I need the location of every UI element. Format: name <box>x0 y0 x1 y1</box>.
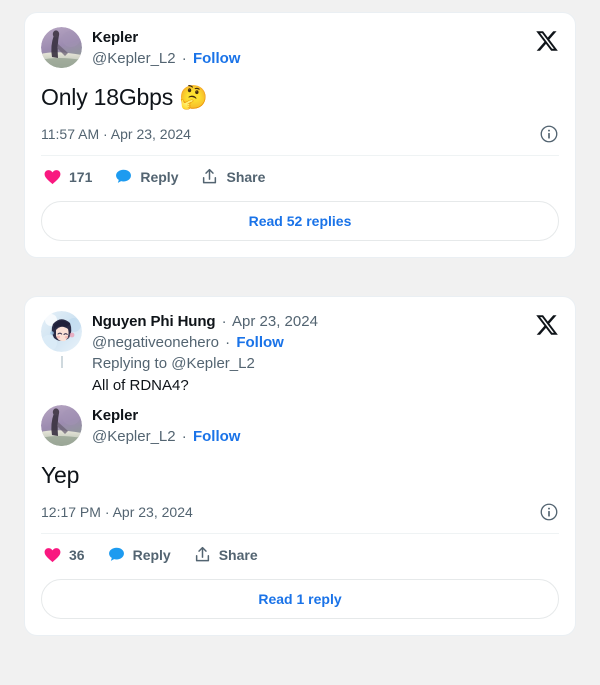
reply-label: Reply <box>132 546 171 563</box>
author-handle-line: @Kepler_L2 · Follow <box>92 426 240 447</box>
share-label: Share <box>218 546 258 563</box>
replying-to-prefix: Replying to <box>92 355 172 372</box>
author-meta: Kepler @Kepler_L2 · Follow <box>92 405 240 447</box>
reply-action[interactable]: Reply <box>114 167 178 186</box>
tweet-author-row: Kepler @Kepler_L2 · Follow <box>41 27 559 69</box>
tweet-text-body: Only 18Gbps <box>41 84 174 110</box>
avatar-nguyen[interactable] <box>41 311 82 352</box>
quoted-date: Apr 23, 2024 <box>232 313 318 330</box>
like-count: 171 <box>69 168 93 185</box>
quoted-author-meta: Nguyen Phi Hung · Apr 23, 2024 @negative… <box>92 311 318 397</box>
share-action[interactable]: Share <box>200 167 265 186</box>
heart-icon <box>43 167 62 186</box>
timestamp: 12:17 PM · Apr 23, 2024 <box>41 504 193 520</box>
reply-label: Reply <box>140 168 179 185</box>
separator-dot: · <box>221 313 227 330</box>
follow-link[interactable]: Follow <box>193 50 241 67</box>
like-action[interactable]: 171 <box>43 167 92 186</box>
speech-bubble-icon <box>114 167 133 186</box>
separator-dot: · <box>181 50 187 67</box>
read-replies-button[interactable]: Read 1 reply <box>41 579 559 619</box>
share-action[interactable]: Share <box>193 545 258 564</box>
tweet-text: Only 18Gbps 🤔 <box>41 83 559 112</box>
follow-link[interactable]: Follow <box>193 428 241 445</box>
handle: @Kepler_L2 <box>92 50 176 67</box>
tweet-author-row: Kepler @Kepler_L2 · Follow <box>41 405 559 447</box>
speech-bubble-icon <box>107 545 126 564</box>
thinking-face-emoji-icon: 🤔 <box>179 84 208 110</box>
timestamp-row: 12:17 PM · Apr 23, 2024 <box>41 502 559 522</box>
author-name-line: Kepler <box>92 28 240 48</box>
tweet-card: Nguyen Phi Hung · Apr 23, 2024 @negative… <box>24 296 576 636</box>
tweet-text: Yep <box>41 461 559 490</box>
avatar-kepler[interactable] <box>41 27 82 68</box>
timestamp: 11:57 AM · Apr 23, 2024 <box>41 126 191 142</box>
thread-connector-line <box>60 356 63 368</box>
follow-link[interactable]: Follow <box>236 334 284 351</box>
share-arrow-icon <box>200 167 219 186</box>
display-name: Kepler <box>92 407 139 424</box>
replying-to-line: Replying to @Kepler_L2 <box>92 353 318 374</box>
author-meta: Kepler @Kepler_L2 · Follow <box>92 27 240 69</box>
share-label: Share <box>226 168 266 185</box>
tweet-card: Kepler @Kepler_L2 · Follow Only 18Gbps 🤔… <box>24 12 576 258</box>
read-replies-button[interactable]: Read 52 replies <box>41 201 559 241</box>
action-bar: 36 Reply Share <box>41 534 559 564</box>
info-circle-icon[interactable] <box>539 502 559 522</box>
author-handle-line: @Kepler_L2 · Follow <box>92 48 240 69</box>
like-count: 36 <box>69 546 85 563</box>
info-circle-icon[interactable] <box>539 124 559 144</box>
quoted-author-handle-line: @negativeonehero · Follow <box>92 332 318 353</box>
separator-dot: · <box>225 334 231 351</box>
tweet-embed-page: Kepler @Kepler_L2 · Follow Only 18Gbps 🤔… <box>0 0 600 648</box>
like-action[interactable]: 36 <box>43 545 85 564</box>
quoted-tweet-row: Nguyen Phi Hung · Apr 23, 2024 @negative… <box>41 311 559 397</box>
reply-action[interactable]: Reply <box>107 545 171 564</box>
tweet-text-body: Yep <box>41 462 80 488</box>
display-name: Kepler <box>92 29 139 46</box>
author-name-line: Kepler <box>92 406 240 426</box>
handle: @negativeonehero <box>92 334 219 351</box>
heart-icon <box>43 545 62 564</box>
quoted-author-name-line: Nguyen Phi Hung · Apr 23, 2024 <box>92 312 318 332</box>
avatar-kepler[interactable] <box>41 405 82 446</box>
separator-dot: · <box>181 428 187 445</box>
avatar-column <box>41 311 82 368</box>
share-arrow-icon <box>193 545 212 564</box>
replying-to-mention[interactable]: @Kepler_L2 <box>171 355 255 372</box>
display-name: Nguyen Phi Hung <box>92 313 216 330</box>
handle: @Kepler_L2 <box>92 428 176 445</box>
action-bar: 171 Reply Share <box>41 156 559 186</box>
quoted-tweet-body: All of RDNA4? <box>92 377 189 394</box>
timestamp-row: 11:57 AM · Apr 23, 2024 <box>41 124 559 144</box>
